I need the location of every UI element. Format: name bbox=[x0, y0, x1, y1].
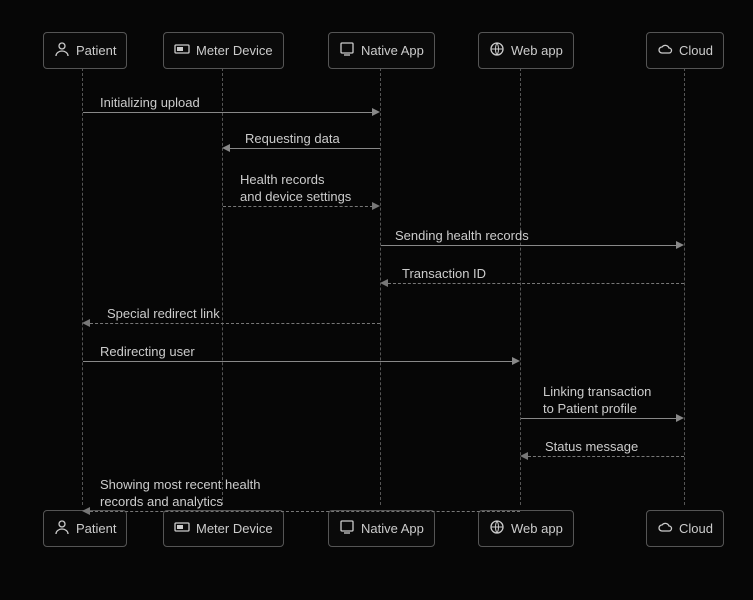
arrowhead-icon bbox=[82, 319, 90, 327]
arrowhead-icon bbox=[372, 108, 380, 116]
monitor-icon bbox=[339, 41, 355, 60]
message-arrow bbox=[90, 511, 520, 512]
actor-label: Web app bbox=[511, 43, 563, 58]
message-label: Health records and device settings bbox=[240, 172, 351, 206]
actor-meter-top: Meter Device bbox=[163, 32, 284, 69]
globe-icon bbox=[489, 519, 505, 538]
message-arrow bbox=[528, 456, 684, 457]
actor-patient-bottom: Patient bbox=[43, 510, 127, 547]
lifeline-web bbox=[520, 68, 521, 505]
message-label: Transaction ID bbox=[402, 266, 486, 283]
globe-icon bbox=[489, 41, 505, 60]
message-label: Initializing upload bbox=[100, 95, 200, 112]
actor-native-bottom: Native App bbox=[328, 510, 435, 547]
actor-label: Cloud bbox=[679, 521, 713, 536]
arrowhead-icon bbox=[82, 507, 90, 515]
lifeline-patient bbox=[82, 68, 83, 505]
message-label: Requesting data bbox=[245, 131, 340, 148]
person-icon bbox=[54, 519, 70, 538]
actor-label: Meter Device bbox=[196, 43, 273, 58]
actor-web-bottom: Web app bbox=[478, 510, 574, 547]
actor-label: Cloud bbox=[679, 43, 713, 58]
message-arrow bbox=[223, 206, 373, 207]
meter-icon bbox=[174, 519, 190, 538]
arrowhead-icon bbox=[380, 279, 388, 287]
cloud-icon bbox=[657, 41, 673, 60]
lifeline-meter bbox=[222, 68, 223, 505]
message-arrow bbox=[83, 361, 513, 362]
message-label: Special redirect link bbox=[107, 306, 220, 323]
person-icon bbox=[54, 41, 70, 60]
arrowhead-icon bbox=[676, 414, 684, 422]
actor-cloud-top: Cloud bbox=[646, 32, 724, 69]
actor-label: Patient bbox=[76, 43, 116, 58]
arrowhead-icon bbox=[520, 452, 528, 460]
message-label: Linking transaction to Patient profile bbox=[543, 384, 651, 418]
actor-native-top: Native App bbox=[328, 32, 435, 69]
arrowhead-icon bbox=[512, 357, 520, 365]
cloud-icon bbox=[657, 519, 673, 538]
message-arrow bbox=[388, 283, 684, 284]
actor-label: Patient bbox=[76, 521, 116, 536]
arrowhead-icon bbox=[372, 202, 380, 210]
actor-web-top: Web app bbox=[478, 32, 574, 69]
message-arrow bbox=[381, 245, 677, 246]
meter-icon bbox=[174, 41, 190, 60]
message-arrow bbox=[230, 148, 380, 149]
message-label: Sending health records bbox=[395, 228, 529, 245]
monitor-icon bbox=[339, 519, 355, 538]
message-arrow bbox=[90, 323, 380, 324]
message-arrow bbox=[83, 112, 373, 113]
actor-meter-bottom: Meter Device bbox=[163, 510, 284, 547]
arrowhead-icon bbox=[222, 144, 230, 152]
lifeline-cloud bbox=[684, 68, 685, 505]
actor-label: Web app bbox=[511, 521, 563, 536]
actor-label: Native App bbox=[361, 521, 424, 536]
actor-label: Meter Device bbox=[196, 521, 273, 536]
message-label: Status message bbox=[545, 439, 638, 456]
arrowhead-icon bbox=[676, 241, 684, 249]
message-label: Redirecting user bbox=[100, 344, 195, 361]
message-label: Showing most recent health records and a… bbox=[100, 477, 260, 511]
actor-cloud-bottom: Cloud bbox=[646, 510, 724, 547]
message-arrow bbox=[521, 418, 677, 419]
actor-label: Native App bbox=[361, 43, 424, 58]
actor-patient-top: Patient bbox=[43, 32, 127, 69]
